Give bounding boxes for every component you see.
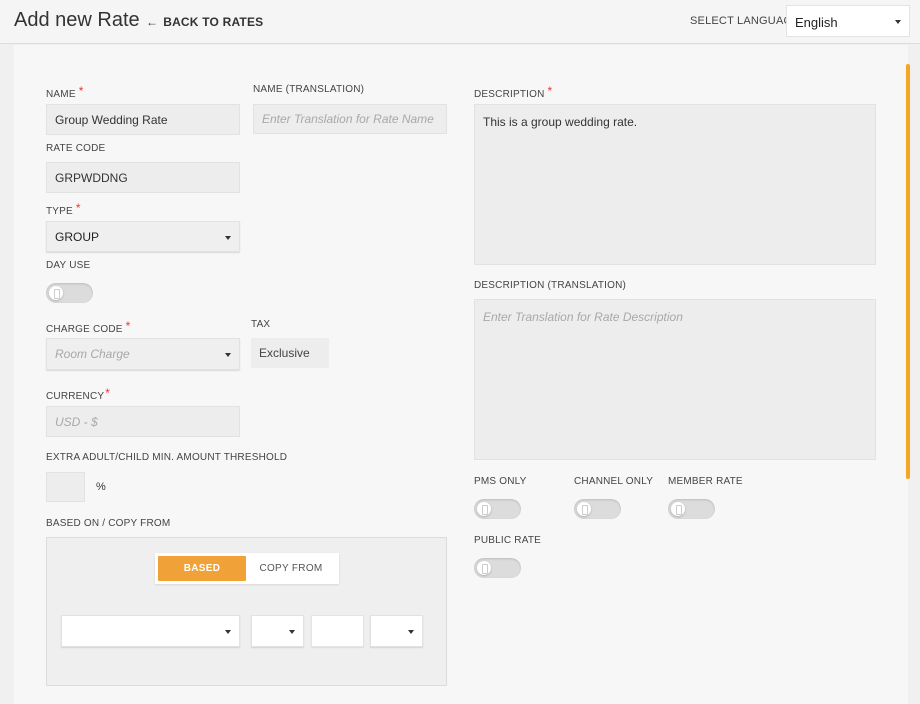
public-rate-label: PUBLIC RATE (474, 535, 542, 546)
required-marker: * (78, 84, 84, 98)
adjustment-unit-select[interactable] (370, 615, 423, 647)
chevron-down-icon (408, 630, 414, 634)
rate-code-input[interactable]: GRPWDDNG (46, 162, 240, 193)
public-rate-toggle[interactable] (474, 558, 521, 578)
charge-code-label: CHARGE CODE * (46, 319, 131, 335)
adjustment-type-select[interactable] (251, 615, 304, 647)
name-input[interactable]: Group Wedding Rate (46, 104, 240, 135)
required-marker: * (75, 201, 81, 215)
type-label: TYPE * (46, 201, 81, 217)
toggle-knob (577, 502, 591, 516)
percent-unit: % (96, 481, 106, 493)
language-select-value: English (795, 15, 838, 30)
scrollbar[interactable] (906, 64, 910, 479)
pms-only-label: PMS ONLY (474, 476, 527, 487)
required-marker: * (547, 84, 553, 98)
name-translation-input[interactable]: Enter Translation for Rate Name (253, 104, 447, 134)
copy-from-button[interactable]: COPY FROM (246, 556, 336, 581)
chevron-down-icon (289, 630, 295, 634)
chevron-down-icon (225, 235, 231, 240)
description-translation-label: DESCRIPTION (TRANSLATION) (474, 280, 627, 291)
tax-value: Exclusive (251, 338, 329, 368)
toggle-knob (477, 561, 491, 575)
member-rate-label: MEMBER RATE (668, 476, 743, 487)
language-select[interactable]: English (786, 5, 910, 37)
tax-label: TAX (251, 319, 271, 330)
page-header: Add new Rate ← BACK TO RATES SELECT LANGU… (0, 0, 920, 44)
threshold-label: EXTRA ADULT/CHILD MIN. AMOUNT THRESHOLD (46, 452, 288, 463)
chevron-down-icon (895, 20, 901, 24)
toggle-knob (477, 502, 491, 516)
charge-code-placeholder: Room Charge (55, 347, 130, 361)
arrow-left-icon: ← (146, 15, 159, 29)
toggle-knob (49, 286, 63, 300)
description-label-text: DESCRIPTION (474, 89, 545, 100)
description-textarea[interactable]: This is a group wedding rate. (474, 104, 876, 265)
day-use-toggle[interactable] (46, 283, 93, 303)
currency-input[interactable]: USD - $ (46, 406, 240, 437)
chevron-down-icon (225, 353, 231, 357)
charge-code-label-text: CHARGE CODE (46, 324, 123, 335)
currency-label: CURRENCY* (46, 386, 110, 402)
name-label: NAME * (46, 84, 84, 100)
charge-code-select[interactable]: Room Charge (46, 338, 240, 370)
required-marker: * (125, 319, 131, 333)
type-select[interactable]: GROUP (46, 221, 240, 252)
currency-label-text: CURRENCY (46, 391, 105, 402)
channel-only-label: CHANNEL ONLY (574, 476, 654, 487)
day-use-label: DAY USE (46, 260, 91, 271)
chevron-down-icon (225, 630, 231, 634)
base-rate-select[interactable] (61, 615, 240, 647)
back-to-rates-link[interactable]: ← BACK TO RATES (146, 15, 263, 29)
based-on-label: BASED ON / COPY FROM (46, 518, 171, 529)
back-link-label: BACK TO RATES (163, 15, 264, 29)
adjustment-amount-input[interactable] (311, 615, 364, 647)
threshold-input[interactable] (46, 472, 85, 502)
language-label: SELECT LANGUAGE (690, 15, 800, 27)
channel-only-toggle[interactable] (574, 499, 621, 519)
type-select-value: GROUP (55, 229, 100, 244)
pms-only-toggle[interactable] (474, 499, 521, 519)
name-translation-label: NAME (TRANSLATION) (253, 84, 365, 95)
name-label-text: NAME (46, 89, 76, 100)
type-label-text: TYPE (46, 206, 73, 217)
based-button[interactable]: BASED (158, 556, 246, 581)
description-translation-textarea[interactable]: Enter Translation for Rate Description (474, 299, 876, 460)
rate-code-label: RATE CODE (46, 143, 106, 154)
required-marker: * (105, 386, 111, 400)
member-rate-toggle[interactable] (668, 499, 715, 519)
description-label: DESCRIPTION * (474, 84, 552, 100)
toggle-knob (671, 502, 685, 516)
page-title: Add new Rate (14, 9, 140, 31)
